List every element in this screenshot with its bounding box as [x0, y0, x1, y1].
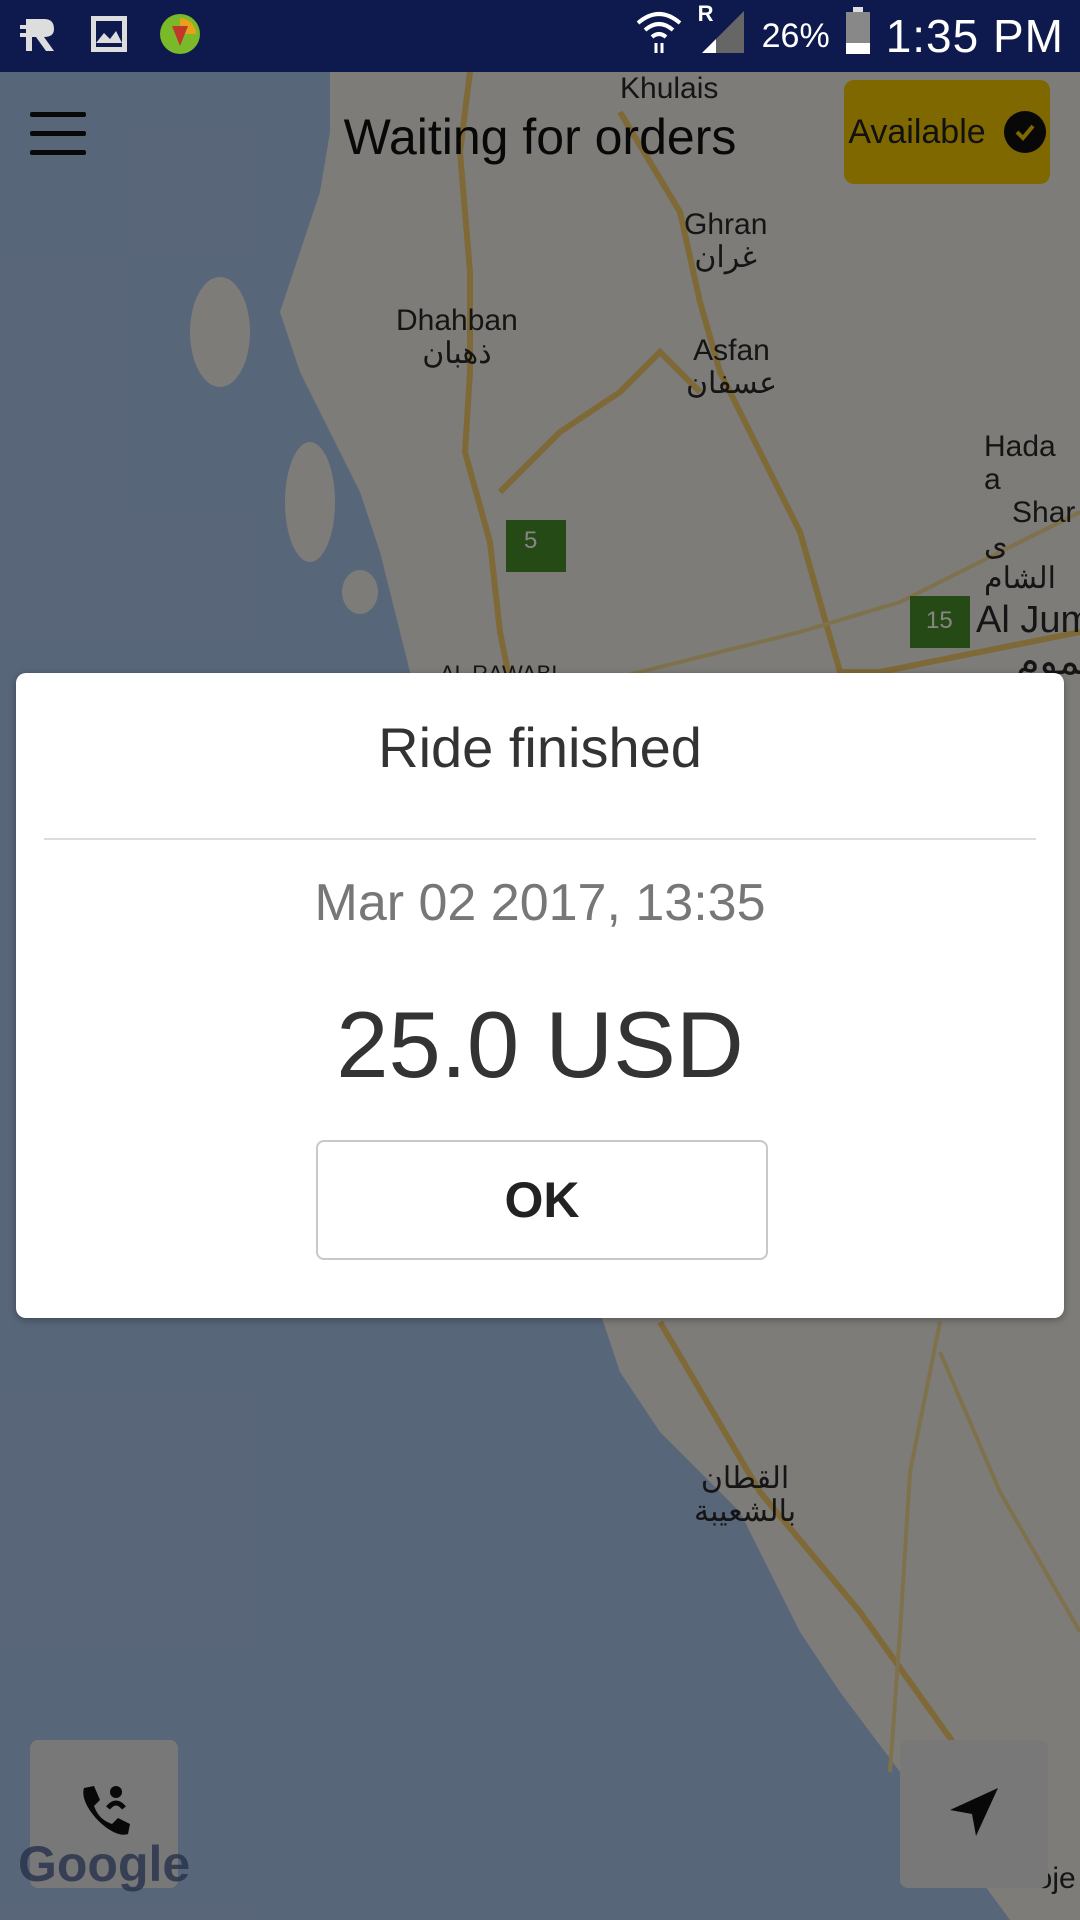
- battery-icon: [844, 7, 872, 65]
- location-pin-icon: [158, 12, 202, 61]
- dialog-title: Ride finished: [378, 716, 702, 779]
- signal-icon: R: [698, 1, 748, 65]
- clock: 1:35 PM: [885, 10, 1064, 62]
- ride-finished-dialog: Ride finished Mar 02 2017, 13:35 25.0 US…: [16, 673, 1064, 1318]
- ok-button[interactable]: OK: [316, 1140, 768, 1260]
- ride-datetime: Mar 02 2017, 13:35: [314, 874, 766, 932]
- app-r-icon: [18, 13, 60, 60]
- status-bar: R 26% 1:35 PM: [0, 0, 1080, 72]
- battery-percentage: 26%: [761, 16, 830, 55]
- ride-fare-amount: 25.0 USD: [336, 992, 744, 1097]
- dialog-divider: [44, 838, 1036, 840]
- roaming-label: R: [697, 1, 714, 26]
- gallery-icon: [88, 13, 130, 60]
- wifi-icon: [634, 9, 684, 63]
